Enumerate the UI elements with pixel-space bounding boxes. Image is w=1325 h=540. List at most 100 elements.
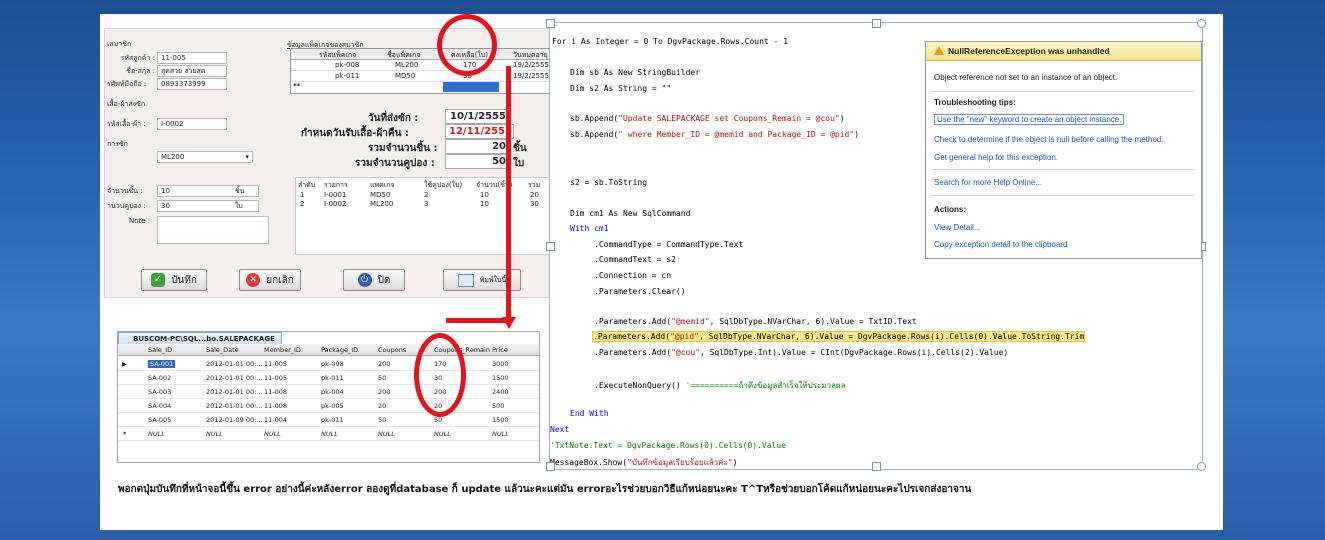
code-token: sb.Append( — [570, 130, 619, 139]
grid-cell[interactable]: 50 — [434, 416, 442, 424]
code-line: .ExecuteNonQuery() '==========ถ้าดึงข้อม… — [594, 379, 846, 392]
copy-detail-link[interactable]: Copy exception detail to the clipboard — [934, 240, 1067, 249]
wash-select-value: ML200 — [161, 153, 185, 161]
items-cell: 2 — [300, 200, 305, 208]
grid-cell[interactable]: 3000 — [492, 360, 509, 368]
wash-select[interactable]: ML200 ▾ — [157, 151, 253, 163]
grid-cell[interactable]: pk-005 — [321, 402, 344, 410]
view-detail-link[interactable]: View Detail... — [934, 223, 981, 232]
send-date-field[interactable]: 10/1/2555 — [445, 109, 511, 124]
items-table: ลำดับ รายการ แพคเกจ ใช้คูปอง(ใบ) จำนวน(ช… — [295, 177, 555, 255]
code-token: ) — [732, 458, 738, 467]
grid-cell[interactable]: 50 — [378, 416, 386, 424]
selected-cell[interactable] — [443, 82, 499, 92]
code-string: "Update SALEPACKAGE set Coupons_Remain =… — [618, 114, 840, 123]
grid-cell[interactable]: 11-008 — [264, 388, 287, 396]
resize-handle[interactable] — [546, 462, 555, 471]
grid-cell[interactable]: SA-003 — [148, 388, 171, 396]
name-field[interactable]: สุดสวย สวยสุด — [157, 65, 227, 77]
total-coupon-unit: ใบ — [513, 158, 525, 169]
pickup-date-field[interactable]: 12/11/2555 — [445, 124, 514, 139]
grid-cell[interactable]: 200 — [378, 360, 390, 368]
grid-cell[interactable]: SA-002 — [148, 374, 171, 382]
grid-cell[interactable]: 11-005 — [264, 360, 287, 368]
note-field[interactable] — [157, 216, 269, 244]
resize-handle[interactable] — [872, 19, 881, 28]
cancel-button[interactable]: ✕ ยกเลิก — [239, 269, 301, 291]
shirt-code-field[interactable]: I-0002 — [157, 118, 227, 130]
grid-cell[interactable]: 2400 — [492, 388, 509, 396]
grid-cell[interactable]: 50 — [378, 374, 386, 382]
print-icon — [457, 273, 474, 287]
tip-link-general-help[interactable]: Get general help for this exception. — [934, 153, 1058, 162]
grid-cell[interactable]: SA-004 — [148, 402, 171, 410]
exit-button[interactable]: ⏻ ปิด — [343, 269, 405, 291]
grid-cell[interactable]: SA-005 — [148, 416, 171, 424]
resize-handle[interactable] — [1197, 462, 1206, 471]
resize-handle[interactable] — [546, 242, 555, 251]
grid-cell[interactable]: pk-011 — [321, 416, 344, 424]
save-button[interactable]: ✓ บันทึก — [141, 269, 207, 291]
grid-cell[interactable]: 1500 — [492, 416, 509, 424]
annotation-arrow-line — [446, 318, 508, 323]
grid-cell[interactable]: NULL — [206, 430, 223, 438]
code-string: "@cou" — [671, 348, 700, 357]
grid-cell[interactable]: 11-005 — [264, 374, 287, 382]
grid-cell[interactable]: NULL — [492, 430, 509, 438]
grid-cell[interactable]: 20 — [378, 402, 386, 410]
grid-col-header[interactable]: Sale_Date — [206, 346, 239, 354]
grid-cell[interactable]: 11-008 — [264, 402, 287, 410]
search-online-link[interactable]: Search for more Help Online... — [934, 178, 1042, 187]
code-line: Dim s2 As String = "" — [570, 84, 672, 93]
divider — [932, 169, 1195, 170]
new-row-marker: ** — [293, 82, 301, 90]
code-line: Dim cm1 As New SqlCommand — [570, 209, 691, 218]
grid-cell[interactable]: NULL — [148, 430, 165, 438]
member-section-label: เสมาชิก — [107, 40, 132, 48]
grid-col-header[interactable]: Price — [492, 346, 508, 354]
qty-label: จำนวนชิ้น : — [107, 187, 143, 195]
grid-cell[interactable]: NULL — [321, 430, 338, 438]
customer-code-label: รหัสลูกค้า : — [120, 54, 155, 62]
grid-cell[interactable]: 2012-01-09 00:... — [206, 416, 263, 424]
grid-cell[interactable]: 200 — [378, 388, 390, 396]
resize-handle[interactable] — [546, 19, 555, 28]
cancel-button-label: ยกเลิก — [266, 274, 294, 286]
customer-code-field[interactable]: 11-005 — [157, 52, 227, 64]
grid-cell[interactable]: SA-001 — [148, 360, 176, 368]
grid-cell[interactable]: NULL — [378, 430, 395, 438]
grid-cell[interactable]: 2012-01-01 00:... — [206, 402, 263, 410]
grid-cell[interactable]: pk-008 — [321, 360, 344, 368]
code-token: , SqlDbType.Int).Value = CInt(DgvPackage… — [699, 348, 1009, 357]
grid-cell[interactable]: 1500 — [492, 374, 509, 382]
tip-link-new-keyword[interactable]: Use the "new" keyword to create an objec… — [934, 114, 1125, 125]
grid-cell[interactable]: 2012-01-01 00:... — [206, 374, 263, 382]
grid-col-header[interactable]: Coupons — [378, 346, 406, 354]
coupon-field[interactable]: 30 — [157, 200, 259, 212]
arrow-down-icon — [502, 317, 516, 329]
exception-title-bar: NullReferenceException was unhandled — [926, 42, 1201, 61]
grid-cell[interactable]: 2012-01-01 00:... — [206, 360, 263, 368]
grid-col-header[interactable]: Package_ID — [321, 346, 358, 354]
grid-cell[interactable]: NULL — [264, 430, 281, 438]
grid-col-header[interactable]: Sale_ID — [148, 346, 172, 354]
grid-cell[interactable]: 500 — [492, 402, 504, 410]
phone-field[interactable]: 0893373999 — [157, 78, 227, 90]
resize-handle[interactable] — [1197, 19, 1206, 28]
grid-cell[interactable]: NULL — [434, 430, 451, 438]
actions-heading: Actions: — [934, 205, 966, 214]
divider — [932, 195, 1195, 196]
code-line: .Parameters.Add("@memid", SqlDbType.NVar… — [594, 317, 917, 326]
total-qty-field: 20 — [445, 139, 511, 154]
grid-col-header[interactable]: Member_ID — [264, 346, 301, 354]
grid-cell[interactable]: 2012-01-01 00:... — [206, 388, 263, 396]
troubleshooting-heading: Troubleshooting tips: — [934, 98, 1016, 107]
tip-link-check-null[interactable]: Check to determine if the object is null… — [934, 135, 1163, 144]
grid-cell[interactable]: pk-011 — [321, 374, 344, 382]
resize-handle[interactable] — [872, 462, 881, 471]
grid-cell[interactable]: pk-004 — [321, 388, 344, 396]
code-token: .ExecuteNonQuery() — [594, 381, 681, 390]
exception-assistant: NullReferenceException was unhandled Obj… — [925, 41, 1202, 259]
items-cell: 3 — [424, 200, 429, 208]
grid-cell[interactable]: 11-004 — [264, 416, 287, 424]
